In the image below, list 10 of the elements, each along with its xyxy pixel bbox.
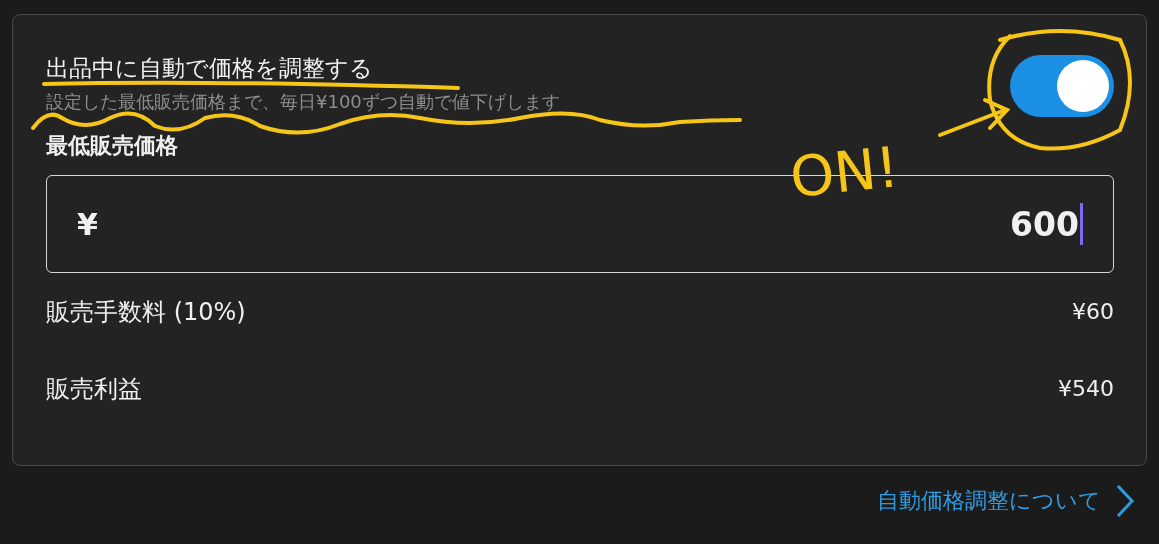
setting-description: 設定した最低販売価格まで、毎日¥100ずつ自動で値下げします bbox=[46, 90, 560, 114]
row-label: 販売手数料 (10%) bbox=[46, 296, 246, 328]
row-value: ¥540 bbox=[1058, 376, 1114, 401]
row-value: ¥60 bbox=[1072, 299, 1114, 324]
info-link[interactable]: 自動価格調整について bbox=[877, 486, 1101, 516]
chevron-right-icon bbox=[1115, 484, 1135, 518]
field-label: 最低販売価格 bbox=[46, 132, 179, 160]
toggle-switch[interactable] bbox=[1010, 55, 1114, 117]
row-label: 販売利益 bbox=[46, 373, 142, 405]
setting-title: 出品中に自動で価格を調整する bbox=[46, 54, 374, 83]
